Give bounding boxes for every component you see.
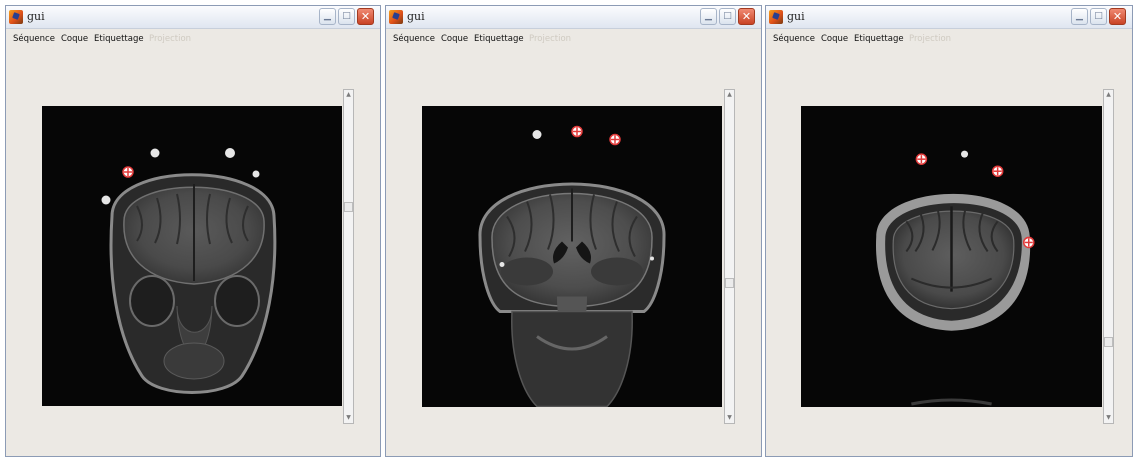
gui-window-2[interactable]: gui ▁ □ ✕ Séquence Coque Etiquettage Pro… bbox=[385, 5, 762, 457]
minimize-icon[interactable]: ▁ bbox=[319, 8, 336, 25]
matlab-logo-icon bbox=[769, 10, 783, 24]
menu-projection: Projection bbox=[529, 34, 572, 44]
scroll-thumb[interactable] bbox=[344, 202, 353, 212]
menu-etiquettage[interactable]: Etiquettage bbox=[94, 34, 144, 44]
title-bar[interactable]: gui ▁ □ ✕ bbox=[386, 6, 761, 29]
minimize-icon[interactable]: ▁ bbox=[700, 8, 717, 25]
maximize-icon[interactable]: □ bbox=[1090, 8, 1107, 25]
title-bar[interactable]: gui ▁ □ ✕ bbox=[766, 6, 1132, 29]
vertical-scrollbar[interactable]: ▲ ▼ bbox=[724, 89, 735, 424]
arrow-down-icon[interactable]: ▼ bbox=[344, 413, 353, 423]
menu-etiquettage[interactable]: Etiquettage bbox=[854, 34, 904, 44]
menu-coque[interactable]: Coque bbox=[441, 34, 468, 44]
menu-sequence[interactable]: Séquence bbox=[13, 34, 55, 44]
vertical-scrollbar[interactable]: ▲ ▼ bbox=[1103, 89, 1114, 424]
mri-image-coronal-posterior[interactable] bbox=[422, 106, 722, 407]
gui-window-1[interactable]: gui ▁ □ ✕ Séquence Coque Etiquettage Pro… bbox=[5, 5, 381, 457]
menu-etiquettage[interactable]: Etiquettage bbox=[474, 34, 524, 44]
matlab-logo-icon bbox=[9, 10, 23, 24]
arrow-down-icon[interactable]: ▼ bbox=[1104, 413, 1113, 423]
window-title: gui bbox=[407, 10, 425, 23]
title-bar[interactable]: gui ▁ □ ✕ bbox=[6, 6, 380, 29]
gui-window-3[interactable]: gui ▁ □ ✕ Séquence Coque Etiquettage Pro… bbox=[765, 5, 1133, 457]
menu-coque[interactable]: Coque bbox=[61, 34, 88, 44]
arrow-up-icon[interactable]: ▲ bbox=[344, 90, 353, 100]
arrow-down-icon[interactable]: ▼ bbox=[725, 413, 734, 423]
mri-scan-graphic bbox=[875, 150, 1035, 406]
matlab-logo-icon bbox=[389, 10, 403, 24]
close-icon[interactable]: ✕ bbox=[1109, 8, 1126, 25]
mri-scan-graphic bbox=[478, 125, 666, 407]
window-controls: ▁ □ ✕ bbox=[698, 8, 758, 26]
arrow-up-icon[interactable]: ▲ bbox=[725, 90, 734, 100]
window-controls: ▁ □ ✕ bbox=[1069, 8, 1129, 26]
mri-image-posterior-section[interactable] bbox=[801, 106, 1102, 407]
maximize-icon[interactable]: □ bbox=[719, 8, 736, 25]
close-icon[interactable]: ✕ bbox=[738, 8, 755, 25]
scroll-thumb[interactable] bbox=[725, 278, 734, 288]
window-controls: ▁ □ ✕ bbox=[317, 8, 377, 26]
menu-bar: Séquence Coque Etiquettage Projection bbox=[386, 29, 761, 47]
menu-coque[interactable]: Coque bbox=[821, 34, 848, 44]
menu-bar: Séquence Coque Etiquettage Projection bbox=[6, 29, 380, 47]
minimize-icon[interactable]: ▁ bbox=[1071, 8, 1088, 25]
mri-image-coronal-anterior[interactable] bbox=[42, 106, 342, 406]
menu-bar: Séquence Coque Etiquettage Projection bbox=[766, 29, 1132, 47]
menu-projection: Projection bbox=[909, 34, 952, 44]
close-icon[interactable]: ✕ bbox=[357, 8, 374, 25]
window-title: gui bbox=[27, 10, 45, 23]
arrow-up-icon[interactable]: ▲ bbox=[1104, 90, 1113, 100]
vertical-scrollbar[interactable]: ▲ ▼ bbox=[343, 89, 354, 424]
scroll-thumb[interactable] bbox=[1104, 337, 1113, 347]
mri-scan-graphic bbox=[101, 148, 277, 394]
window-title: gui bbox=[787, 10, 805, 23]
maximize-icon[interactable]: □ bbox=[338, 8, 355, 25]
menu-sequence[interactable]: Séquence bbox=[393, 34, 435, 44]
menu-sequence[interactable]: Séquence bbox=[773, 34, 815, 44]
menu-projection: Projection bbox=[149, 34, 192, 44]
